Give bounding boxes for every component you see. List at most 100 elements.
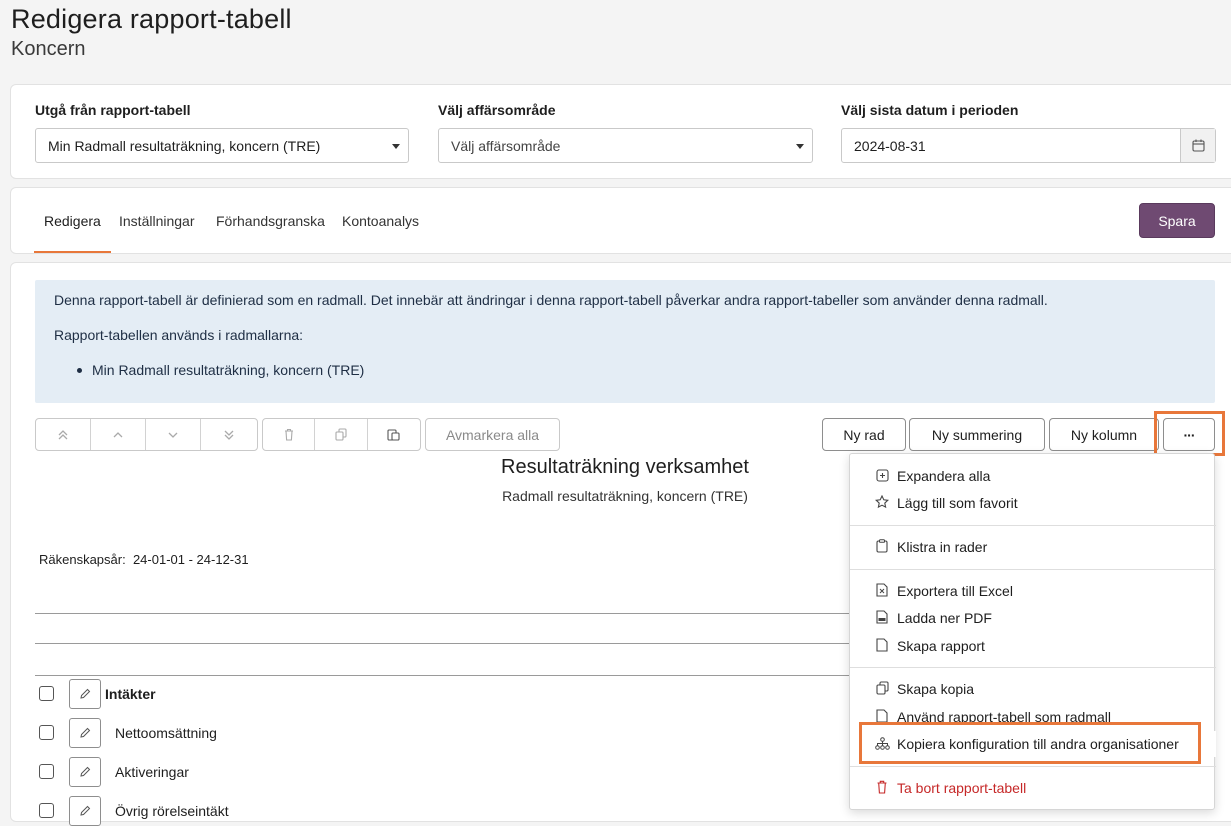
pdf-file-icon — [874, 609, 890, 625]
menu-item-label: Klistra in rader — [897, 539, 988, 555]
copy-icon — [335, 428, 347, 441]
menu-item-export-excel[interactable]: Exportera till Excel — [850, 578, 1216, 604]
base-table-value: Min Radmall resultaträkning, koncern (TR… — [48, 138, 321, 154]
menu-divider — [850, 525, 1216, 526]
tab-redigera[interactable]: Redigera — [44, 213, 101, 229]
row-label: Övrig rörelseintäkt — [115, 803, 229, 819]
edit-row-button[interactable] — [69, 718, 101, 748]
menu-item-delete-table[interactable]: Ta bort rapport-tabell — [850, 775, 1216, 801]
calendar-icon — [1191, 139, 1205, 152]
save-button[interactable]: Spara — [1139, 203, 1215, 238]
pencil-icon — [80, 805, 91, 816]
menu-item-label: Ta bort rapport-tabell — [897, 780, 1027, 796]
copy-row-button[interactable] — [315, 419, 368, 450]
tab-installningar[interactable]: Inställningar — [119, 213, 195, 229]
clipboard-icon — [874, 538, 890, 554]
row-checkbox[interactable] — [39, 803, 54, 818]
paste-icon — [387, 429, 400, 441]
row-label: Nettoomsättning — [115, 725, 217, 741]
menu-item-label: Skapa kopia — [897, 681, 975, 697]
menu-item-label: Lägg till som favorit — [897, 495, 1018, 511]
menu-item-download-pdf[interactable]: Ladda ner PDF — [850, 605, 1216, 631]
tab-kontoanalys[interactable]: Kontoanalys — [342, 213, 419, 229]
fiscal-year: Räkenskapsår: 24-01-01 - 24-12-31 — [39, 552, 249, 567]
end-date-label: Välj sista datum i perioden — [841, 102, 1019, 118]
tab-forhandsgranska[interactable]: Förhandsgranska — [216, 213, 325, 229]
menu-divider — [850, 766, 1216, 767]
page-subtitle: Koncern — [11, 38, 86, 60]
chevron-down-icon — [168, 432, 178, 438]
edit-row-button[interactable] — [69, 679, 101, 709]
menu-item-create-copy[interactable]: Skapa kopia — [850, 676, 1216, 702]
filter-panel: Utgå från rapport-tabell Min Radmall res… — [10, 84, 1231, 179]
active-tab-indicator — [34, 251, 111, 253]
new-summary-button[interactable]: Ny summering — [909, 418, 1045, 451]
pencil-icon — [80, 727, 91, 738]
menu-item-paste-rows[interactable]: Klistra in rader — [850, 534, 1216, 560]
trash-icon — [874, 779, 890, 795]
new-row-button[interactable]: Ny rad — [822, 418, 906, 451]
calendar-button[interactable] — [1180, 129, 1215, 162]
tabs-bar: Redigera Inställningar Förhandsgranska K… — [10, 187, 1231, 254]
row-checkbox[interactable] — [39, 764, 54, 779]
bullet — [77, 368, 82, 373]
star-icon — [874, 494, 890, 510]
deselect-all-button[interactable]: Avmarkera alla — [425, 418, 560, 451]
base-table-label: Utgå från rapport-tabell — [35, 102, 191, 118]
chevron-down-icon — [796, 144, 804, 149]
table-row: Intäkter — [39, 679, 859, 709]
new-column-button[interactable]: Ny kolumn — [1049, 418, 1159, 451]
edit-row-button[interactable] — [69, 757, 101, 787]
business-area-label: Välj affärsområde — [438, 102, 556, 118]
divider — [35, 613, 855, 614]
paste-row-button[interactable] — [368, 419, 420, 450]
row-label: Intäkter — [105, 686, 156, 702]
copy-config-highlight — [859, 722, 1201, 764]
table-row: Övrig rörelseintäkt — [39, 796, 859, 826]
move-up-button[interactable] — [91, 419, 146, 450]
info-text: Denna rapport-tabell är definierad som e… — [54, 292, 1048, 308]
menu-item-label: Expandera alla — [897, 468, 991, 484]
file-icon — [874, 637, 890, 653]
table-row: Nettoomsättning — [39, 718, 859, 748]
move-button-group — [35, 418, 258, 451]
menu-item-label: Skapa rapport — [897, 638, 985, 654]
row-label: Aktiveringar — [115, 764, 189, 780]
menu-item-label: Ladda ner PDF — [897, 610, 992, 626]
edit-row-button[interactable] — [69, 796, 101, 826]
divider — [35, 675, 855, 676]
end-date-value: 2024-08-31 — [854, 138, 926, 154]
move-bottom-button[interactable] — [201, 419, 256, 450]
excel-file-icon — [874, 582, 890, 598]
menu-item-expand-all[interactable]: Expandera alla — [850, 463, 1216, 489]
menu-divider — [850, 569, 1216, 570]
row-action-group — [262, 418, 421, 451]
chevron-down-icon — [392, 144, 400, 149]
divider — [35, 643, 855, 644]
row-checkbox[interactable] — [39, 725, 54, 740]
move-down-button[interactable] — [146, 419, 201, 450]
plus-square-icon — [874, 467, 890, 483]
pencil-icon — [80, 766, 91, 777]
double-chevron-down-icon — [224, 430, 233, 440]
info-usage-text: Rapport-tabellen används i radmallarna: — [54, 327, 304, 343]
chevron-up-icon — [113, 431, 123, 437]
copy-icon — [874, 680, 890, 696]
more-button-highlight — [1154, 411, 1225, 456]
base-table-select[interactable]: Min Radmall resultaträkning, koncern (TR… — [35, 128, 409, 163]
pencil-icon — [80, 688, 91, 699]
business-area-select[interactable]: Välj affärsområde — [438, 128, 813, 163]
menu-divider — [850, 667, 1216, 668]
menu-item-add-favorite[interactable]: Lägg till som favorit — [850, 490, 1216, 516]
info-usage-item: Min Radmall resultaträkning, koncern (TR… — [92, 362, 365, 378]
menu-item-label: Exportera till Excel — [897, 583, 1013, 599]
delete-row-button[interactable] — [263, 419, 316, 450]
fiscal-year-label: Räkenskapsår: — [39, 552, 126, 567]
row-checkbox[interactable] — [39, 686, 54, 701]
info-alert: Denna rapport-tabell är definierad som e… — [35, 280, 1215, 403]
end-date-input[interactable]: 2024-08-31 — [841, 128, 1216, 163]
table-row: Aktiveringar — [39, 757, 859, 787]
menu-item-create-report[interactable]: Skapa rapport — [850, 633, 1216, 659]
double-chevron-up-icon — [58, 429, 68, 439]
move-top-button[interactable] — [36, 419, 91, 450]
